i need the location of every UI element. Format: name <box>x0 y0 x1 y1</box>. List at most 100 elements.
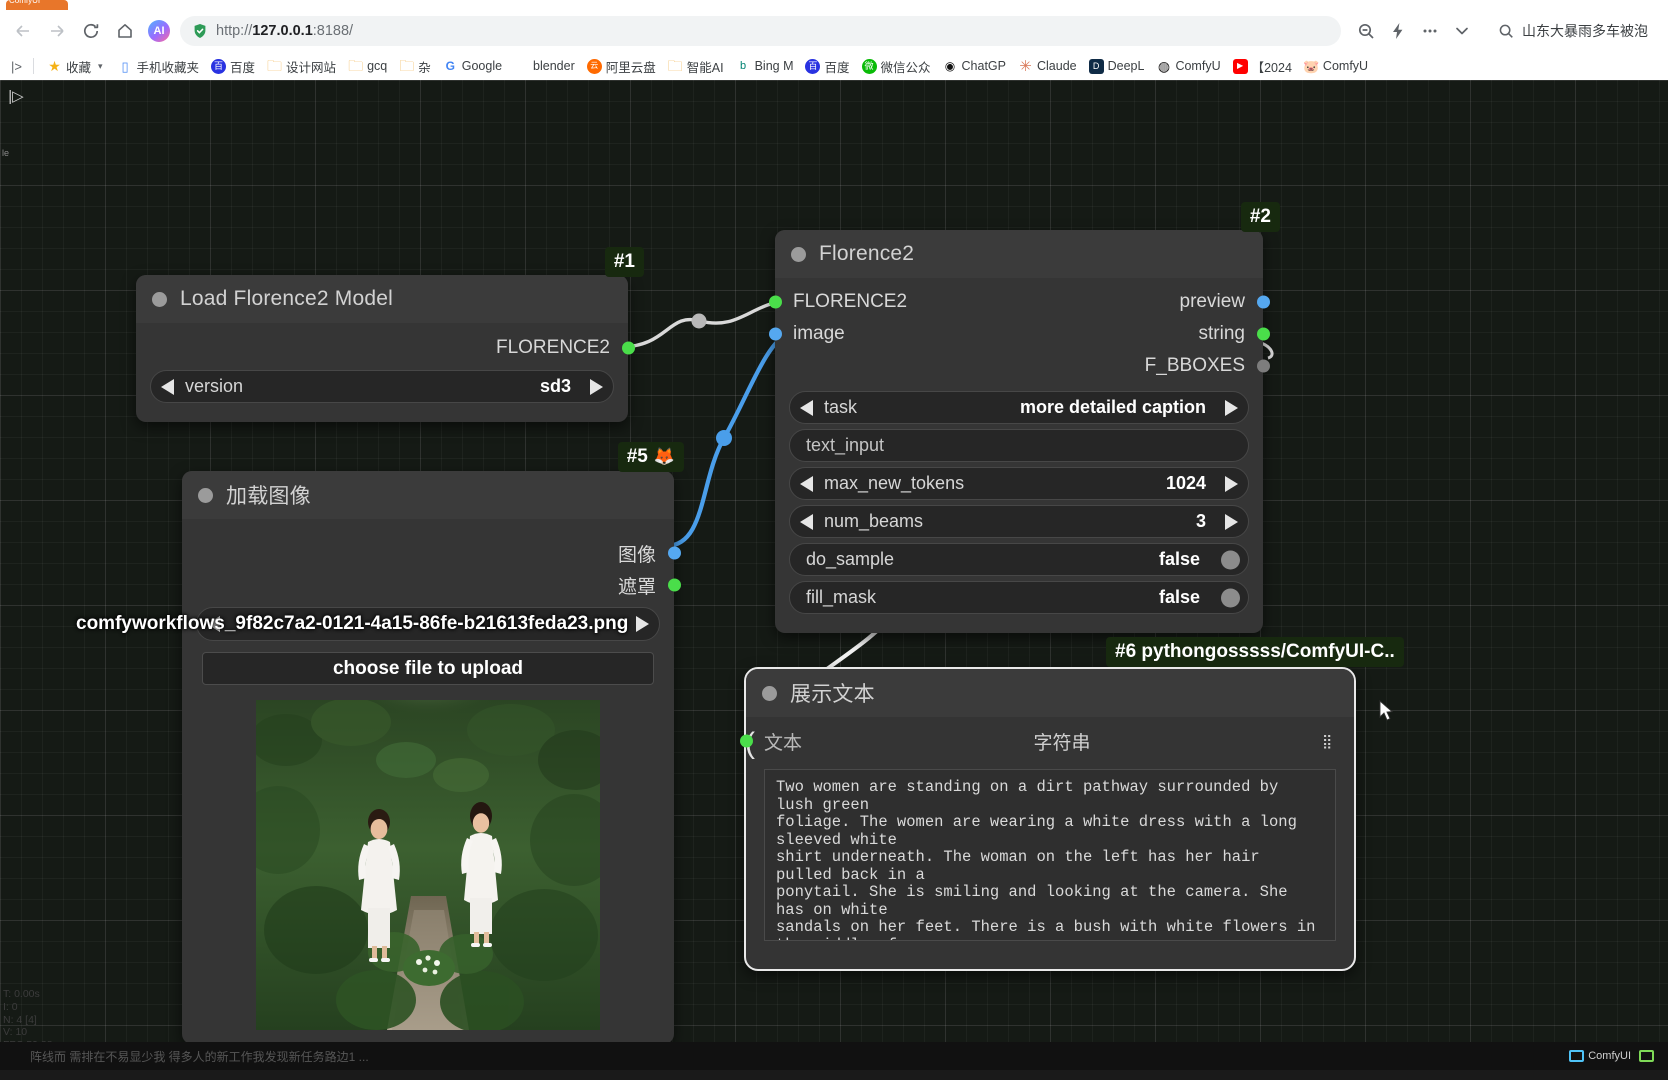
bookmark-item[interactable]: ▯ 手机收藏夹 <box>113 54 205 78</box>
output-port-fbboxes[interactable] <box>1256 359 1270 373</box>
bookmark-item[interactable]: 🗀 杂 <box>394 54 436 78</box>
bookmark-item[interactable]: ✳ Claude <box>1013 54 1082 78</box>
increment-arrow-icon[interactable] <box>1225 475 1238 492</box>
bookmark-item[interactable]: ◉ ChatGP <box>938 54 1011 78</box>
chatgpt-icon: ◉ <box>942 58 958 74</box>
widget-num-beams[interactable]: num_beams 3 <box>789 505 1249 538</box>
toggle-knob[interactable] <box>1221 550 1240 569</box>
decrement-arrow-icon[interactable] <box>800 513 813 530</box>
input-slot-text[interactable]: 文本 字符串 ⣿ <box>739 723 1354 759</box>
ellipsis-icon[interactable] <box>1415 16 1445 46</box>
chevron-down-icon[interactable] <box>1447 16 1477 46</box>
input-port-florence2[interactable] <box>768 295 782 309</box>
bookmark-item[interactable]: D DeepL <box>1084 54 1150 78</box>
widget-fill-mask[interactable]: fill_mask false <box>789 581 1249 614</box>
image-preview[interactable] <box>256 700 600 1030</box>
bookmark-item[interactable]: 云阿里云盘 <box>582 54 661 78</box>
toolbar-right-group: 山东大暴雨多车被泡 <box>1351 16 1660 46</box>
decrement-arrow-icon[interactable] <box>800 475 813 492</box>
bookmark-item[interactable]: 🐷 ComfyU <box>1299 54 1373 78</box>
node-collapse-icon[interactable] <box>198 487 213 503</box>
bookmark-item[interactable]: ★ 收藏 ▾ <box>42 54 111 78</box>
lightning-icon[interactable] <box>1383 16 1413 46</box>
output-port-mask[interactable] <box>667 578 681 592</box>
node-header[interactable]: 展示文本 <box>746 669 1354 717</box>
bookmark-item[interactable]: 微微信公众 <box>857 54 936 78</box>
output-slot-mask[interactable]: 遮罩 <box>182 569 681 601</box>
bookmark-item[interactable]: ◍ ComfyU <box>1151 54 1225 78</box>
node-collapse-icon[interactable] <box>152 291 167 307</box>
output-port-florence2[interactable] <box>621 341 635 355</box>
input-slot-label: FLORENCE2 <box>793 291 908 312</box>
increment-arrow-icon[interactable] <box>1225 513 1238 530</box>
output-slot-florence2[interactable]: FLORENCE2 <box>136 331 635 365</box>
increment-arrow-icon[interactable] <box>590 378 603 395</box>
baidu-icon: 百 <box>211 58 227 74</box>
node-load-image[interactable]: #5 🦊 加载图像 图像 遮罩 comfyworkflows_9f82c7a2-… <box>76 442 684 1044</box>
bookmark-item[interactable]: 🗀 智能AI <box>663 54 729 78</box>
bookmark-item[interactable]: blender <box>509 54 580 78</box>
home-icon[interactable] <box>110 16 140 46</box>
widget-max-new-tokens[interactable]: max_new_tokens 1024 <box>789 467 1249 500</box>
input-port-image[interactable] <box>768 327 782 341</box>
bookmark-item[interactable]: b Bing M <box>731 54 799 78</box>
grid-handle-icon[interactable]: ⣿ <box>1322 734 1336 748</box>
output-port-string[interactable] <box>1256 327 1270 341</box>
output-slot-image[interactable]: 图像 <box>182 537 681 569</box>
input-slot-label: 文本 <box>764 732 803 754</box>
output-slot-fbboxes[interactable]: F_BBOXES <box>775 350 1270 382</box>
bookmark-item[interactable]: 🗀 gcq <box>343 54 392 78</box>
ai-assistant-icon[interactable]: AI <box>148 20 170 42</box>
input-slot-image[interactable]: image string <box>768 318 1270 350</box>
omnibox-search-suggestion[interactable]: 山东大暴雨多车被泡 <box>1487 16 1660 46</box>
node-title: Florence2 <box>819 242 915 265</box>
node-florence2[interactable]: #2 Florence2 FLORENCE2 preview image str… <box>768 202 1280 633</box>
increment-arrow-icon[interactable] <box>636 616 649 632</box>
forward-icon[interactable] <box>42 16 72 46</box>
text-output-value: Two women are standing on a dirt pathway… <box>776 778 1316 940</box>
output-port-image[interactable] <box>667 546 681 560</box>
bookmark-item[interactable]: ▶ 【2024 <box>1228 54 1297 78</box>
widget-version[interactable]: version sd3 <box>150 370 614 403</box>
node-collapse-icon[interactable] <box>762 685 777 701</box>
node-header[interactable]: Load Florence2 Model <box>136 275 628 323</box>
node-header[interactable]: 加载图像 <box>182 471 674 519</box>
text-output-area[interactable]: Two women are standing on a dirt pathway… <box>764 769 1336 941</box>
bookmarks-caret-icon[interactable]: |> <box>6 59 29 74</box>
node-collapse-icon[interactable] <box>791 246 806 262</box>
widget-value: 1024 <box>1165 473 1206 493</box>
bookmark-label: 杂 <box>418 60 431 75</box>
comfyui-graph-canvas[interactable]: |▷ le #1 Load Florence2 Model FLORENCE2 <box>0 80 1668 1070</box>
star-icon: ★ <box>48 58 61 74</box>
bookmark-item[interactable]: G Google <box>438 54 507 78</box>
choose-file-to-upload-button[interactable]: choose file to upload <box>202 652 654 685</box>
fox-icon: 🦊 <box>653 447 675 467</box>
taskbar-chip-comfyui[interactable]: ComfyUI <box>1569 1050 1631 1062</box>
url-host: 127.0.0.1 <box>252 23 313 39</box>
bookmark-item[interactable]: 百百度 <box>206 54 260 78</box>
reload-icon[interactable] <box>76 16 106 46</box>
input-port-text[interactable] <box>739 734 753 748</box>
taskbar-chip-secondary[interactable] <box>1639 1050 1654 1062</box>
node-header[interactable]: Florence2 <box>775 230 1263 278</box>
bookmark-item[interactable]: 🗀 设计网站 <box>262 54 341 78</box>
decrement-arrow-icon[interactable] <box>800 399 813 416</box>
back-icon[interactable] <box>8 16 38 46</box>
widget-text-input[interactable]: text_input <box>789 429 1249 462</box>
node-show-text[interactable]: #6 pythongosssss/ComfyUI-C.. ( 展示文本 文本 字… <box>739 637 1404 971</box>
bookmarks-bar: |> ★ 收藏 ▾ ▯ 手机收藏夹百百度 🗀 设计网站 🗀 gcq 🗀 杂 G Google blende… <box>0 52 1668 80</box>
node-load-florence2-model[interactable]: #1 Load Florence2 Model FLORENCE2 versio… <box>136 247 644 422</box>
toggle-knob[interactable] <box>1221 588 1240 607</box>
zoom-out-icon[interactable] <box>1351 16 1381 46</box>
increment-arrow-icon[interactable] <box>1225 399 1238 416</box>
input-slot-florence2[interactable]: FLORENCE2 preview <box>768 286 1270 318</box>
bookmark-dropdown-icon[interactable]: ▾ <box>95 61 106 72</box>
address-bar[interactable]: http://127.0.0.1:8188/ <box>180 16 1341 46</box>
decrement-arrow-icon[interactable] <box>161 378 174 395</box>
node-badge-1: #1 <box>604 247 644 277</box>
widget-image-filename[interactable]: comfyworkflows_9f82c7a2-0121-4a15-86fe-b… <box>76 607 660 641</box>
output-port-preview[interactable] <box>1256 295 1270 309</box>
widget-task[interactable]: task more detailed caption <box>789 391 1249 424</box>
bookmark-item[interactable]: 百百度 <box>800 54 854 78</box>
widget-do-sample[interactable]: do_sample false <box>789 543 1249 576</box>
